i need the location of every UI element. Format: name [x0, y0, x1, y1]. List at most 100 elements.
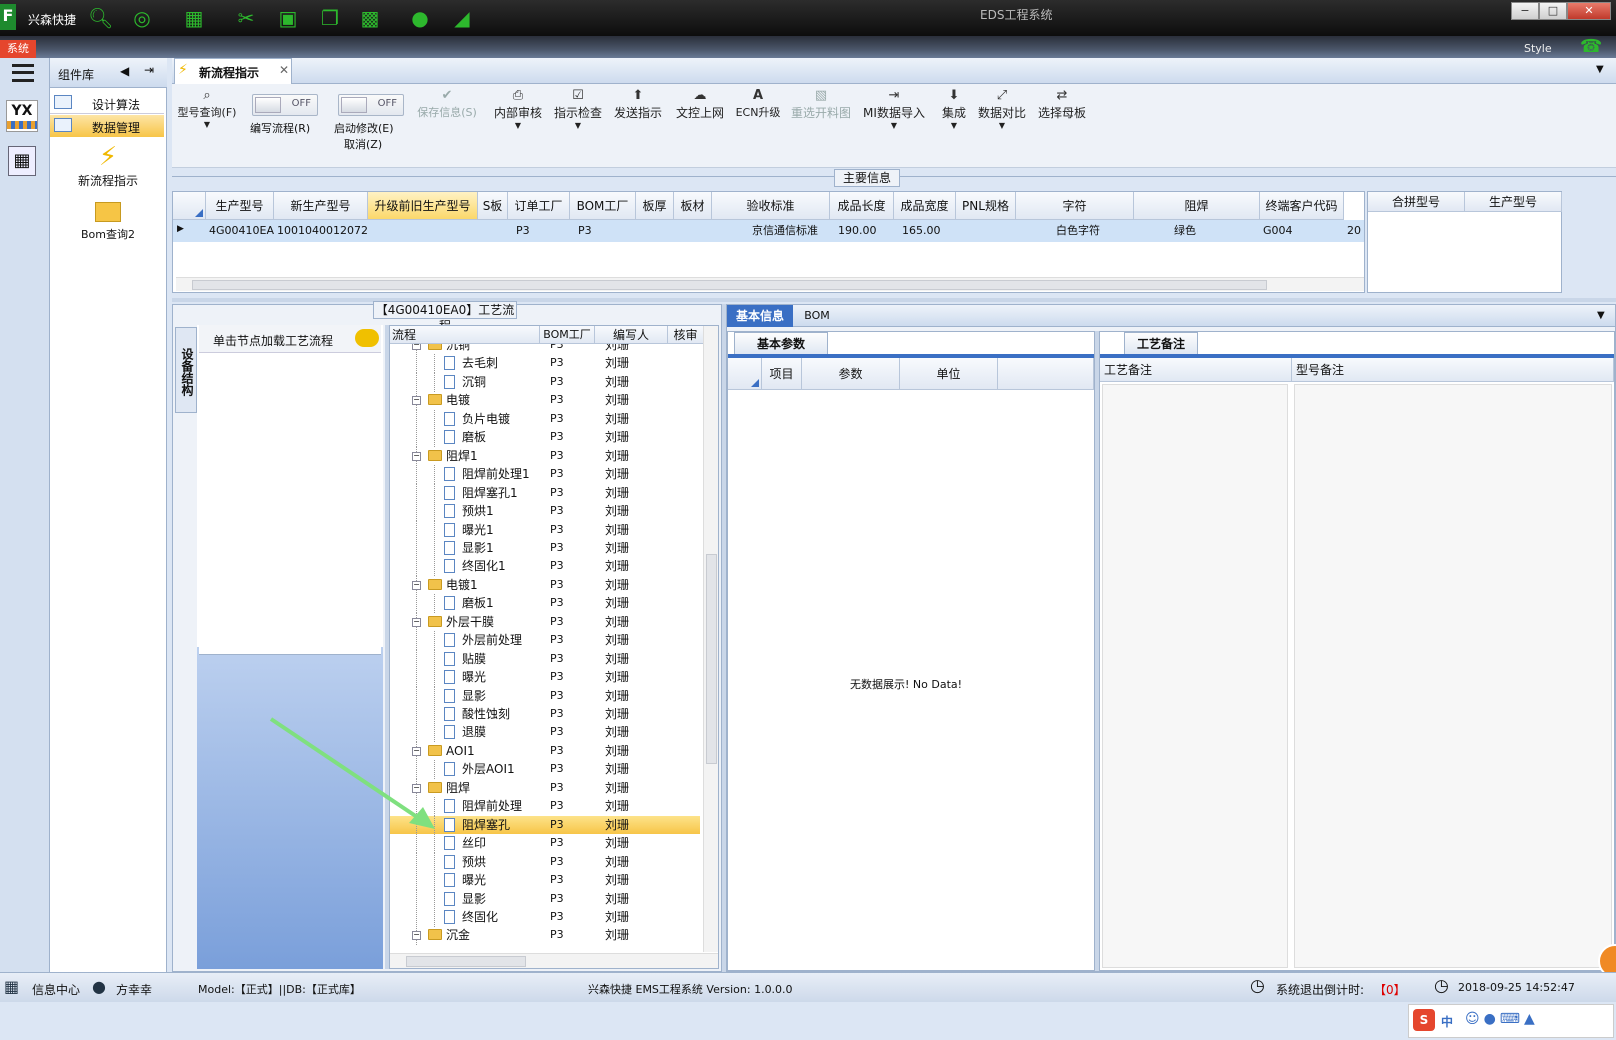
windows-icon[interactable]: ▦	[4, 977, 19, 996]
grid-header-cell[interactable]: S板	[478, 192, 508, 220]
table-cell[interactable]	[636, 220, 674, 242]
tree-node[interactable]: − 电镀 P3 刘珊	[390, 391, 700, 411]
scissors-icon[interactable]: ✂	[234, 6, 258, 30]
tool-new-flow[interactable]: ⚡ 新流程指示	[60, 142, 156, 192]
grid-icon[interactable]: ▩	[358, 6, 382, 30]
signin-icon[interactable]: ⇥	[144, 63, 154, 77]
grid-header-cell[interactable]: 终端客户代码	[1260, 192, 1344, 220]
table-cell[interactable]: G004	[1260, 220, 1344, 242]
tree-node[interactable]: 显影1 P3 刘珊	[390, 538, 700, 558]
search-icon[interactable]: 🔍︎	[88, 6, 113, 30]
basic-params-tab[interactable]: 基本参数	[734, 332, 828, 354]
compare-button[interactable]: ⤢ 数据对比 ▼	[974, 88, 1030, 130]
table-cell[interactable]: 10010400120727	[274, 220, 368, 242]
tree-node[interactable]: 去毛刺 P3 刘珊	[390, 354, 700, 374]
collapse-left-icon[interactable]: ◀	[120, 64, 129, 78]
collapse-toggle-icon[interactable]: −	[412, 580, 421, 590]
minimize-button[interactable]: −	[1511, 2, 1539, 20]
tree-node[interactable]: 贴膜 P3 刘珊	[390, 649, 700, 669]
select-mother-button[interactable]: ⇄ 选择母板	[1034, 88, 1090, 121]
tree-node[interactable]: 负片电镀 P3 刘珊	[390, 409, 700, 429]
table-cell[interactable]: 白色字符	[1016, 220, 1134, 242]
user-icon[interactable]: ●	[408, 6, 432, 30]
hint-panel[interactable]: 单击节点加载工艺流程	[199, 325, 381, 353]
tree-node[interactable]: 曝光1 P3 刘珊	[390, 520, 700, 540]
tree-node[interactable]: − 电镀1 P3 刘珊	[390, 575, 700, 595]
grid-header-cell[interactable]: 验收标准	[712, 192, 830, 220]
send-button[interactable]: ⬆ 发送指示	[610, 88, 666, 121]
tree-node[interactable]: 沉铜 P3 刘珊	[390, 372, 700, 392]
film-icon[interactable]: ▣	[276, 6, 300, 30]
grid-header-cell[interactable]: 生产型号	[206, 192, 274, 220]
globe-icon[interactable]: ◎	[130, 6, 154, 30]
table-cell[interactable]: 190.00	[830, 220, 894, 242]
tree-node[interactable]: 阻焊前处理1 P3 刘珊	[390, 465, 700, 485]
table-row[interactable]: ▶ 4G00410EA0 10010400120727 P3 P3 京信通信标准 190.…	[173, 220, 1364, 242]
yx-icon[interactable]: YX	[6, 100, 38, 132]
tab-bom[interactable]: BOM	[797, 305, 837, 327]
chevron-down-icon[interactable]: ▼	[1597, 310, 1605, 321]
close-button[interactable]: ✕	[1567, 2, 1611, 20]
grid-header-cell[interactable]: PNL规格	[956, 192, 1016, 220]
tree-node[interactable]: 磨板 P3 刘珊	[390, 428, 700, 448]
table-cell[interactable]	[368, 220, 478, 242]
tree-node[interactable]: 预烘 P3 刘珊	[390, 852, 700, 872]
tree-node[interactable]: 曝光 P3 刘珊	[390, 871, 700, 891]
menu-icon[interactable]	[12, 64, 34, 82]
enable-modify-toggle[interactable]: OFF	[338, 94, 404, 116]
info-center[interactable]: 信息中心	[32, 981, 80, 998]
table-cell[interactable]	[956, 220, 1016, 242]
tab-basic-info[interactable]: 基本信息	[727, 305, 793, 327]
collapse-toggle-icon[interactable]: −	[412, 617, 421, 627]
tree-node[interactable]: 磨板1 P3 刘珊	[390, 594, 700, 614]
tree-node[interactable]: 显影 P3 刘珊	[390, 889, 700, 909]
cancel-button[interactable]: 取消(Z)	[344, 136, 382, 152]
chevron-down-icon[interactable]: ▼	[1596, 64, 1604, 75]
grid-header-cell[interactable]: 成品宽度	[894, 192, 956, 220]
mi-import-button[interactable]: ⇥ MI数据导入 ▼	[860, 88, 928, 130]
calculator-icon[interactable]: ▦	[8, 146, 36, 176]
comp-item-design[interactable]: 设计算法	[50, 92, 164, 114]
upload-button[interactable]: ☁ 文控上网	[672, 88, 728, 121]
maximize-button[interactable]: □	[1539, 2, 1567, 20]
check-button[interactable]: ☑ 指示检查 ▼	[550, 88, 606, 130]
collapse-toggle-icon[interactable]: −	[412, 451, 421, 461]
tree-node[interactable]: 外层前处理 P3 刘珊	[390, 631, 700, 651]
collapse-toggle-icon[interactable]: −	[412, 396, 421, 406]
tool-bom-query[interactable]: Bom查询2	[60, 198, 156, 248]
tree-node[interactable]: 显影 P3 刘珊	[390, 686, 700, 706]
vertical-scrollbar[interactable]	[703, 326, 718, 952]
integrate-button[interactable]: ⬇ 集成 ▼	[934, 88, 974, 130]
chart-icon[interactable]: ◢	[450, 6, 474, 30]
tree-node[interactable]: 终固化 P3 刘珊	[390, 907, 700, 927]
grid-header-cell[interactable]: 板材	[674, 192, 712, 220]
save-button[interactable]: ✔ 保存信息(S)	[412, 88, 482, 120]
internal-review-button[interactable]: ⎙ 内部审核 ▼	[490, 88, 546, 130]
copy-icon[interactable]: ❐	[318, 6, 342, 30]
tree-node[interactable]: − 沉铜 P3 刘珊	[390, 344, 700, 355]
collapse-toggle-icon[interactable]: −	[412, 344, 421, 350]
table-cell[interactable]	[478, 220, 508, 242]
tree-node[interactable]: − 沉金 P3 刘珊	[390, 926, 700, 946]
table-cell[interactable]: 绿色	[1134, 220, 1260, 242]
system-tab[interactable]: 系统	[0, 40, 36, 58]
tree-node[interactable]: − 外层干膜 P3 刘珊	[390, 612, 700, 632]
grid-header-cell[interactable]: 订单工厂	[508, 192, 570, 220]
process-remark-textarea[interactable]	[1102, 384, 1288, 968]
comp-item-data[interactable]: 数据管理	[50, 115, 164, 137]
horizontal-scrollbar[interactable]	[390, 953, 718, 968]
table-cell[interactable]: 京信通信标准	[712, 220, 830, 242]
tree-node[interactable]: 预烘1 P3 刘珊	[390, 502, 700, 522]
table-cell[interactable]: P3	[508, 220, 570, 242]
style-label[interactable]: Style	[1524, 42, 1552, 55]
remarks-tab[interactable]: 工艺备注	[1124, 332, 1198, 354]
table-cell[interactable]: 165.00	[894, 220, 956, 242]
table-cell[interactable]: 20	[1344, 220, 1364, 242]
edit-flow-toggle[interactable]: OFF	[252, 94, 318, 116]
horizontal-scrollbar[interactable]	[176, 277, 1364, 291]
collapse-toggle-icon[interactable]: −	[412, 931, 421, 941]
close-tab-icon[interactable]: ✕	[279, 63, 289, 77]
tree-node[interactable]: − 阻焊1 P3 刘珊	[390, 446, 700, 466]
table-cell[interactable]: P3	[570, 220, 636, 242]
tab-new-flow[interactable]: ⚡ 新流程指示 ✕	[174, 58, 292, 84]
